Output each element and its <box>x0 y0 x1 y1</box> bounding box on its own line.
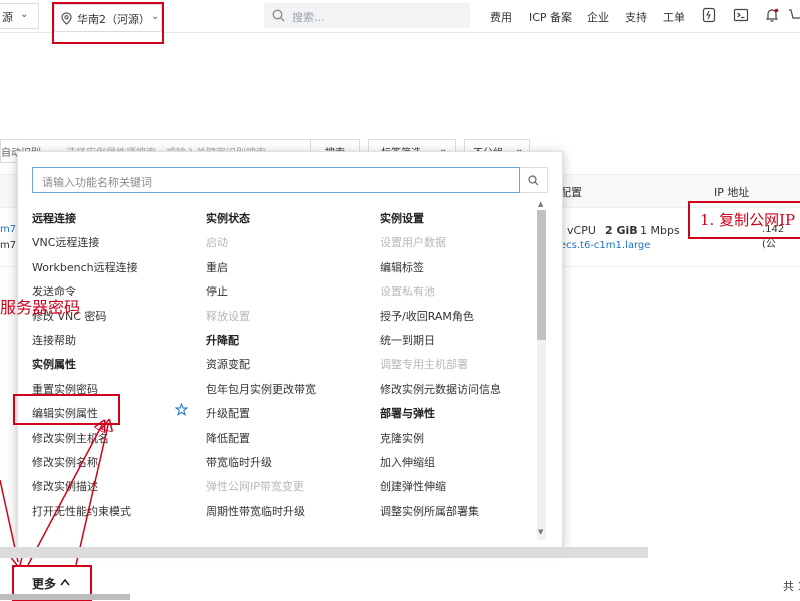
arrow-to-reset-password-2 <box>75 425 108 566</box>
scroll-up-icon[interactable]: ▲ <box>538 200 543 208</box>
menu-section-header: 远程连接 <box>32 212 76 225</box>
menu-item[interactable]: 包年包月实例更改带宽 <box>206 381 316 397</box>
function-search-placeholder: 请输入功能名称关键词 <box>42 176 152 189</box>
menu-section-header: 升降配 <box>206 334 239 347</box>
menu-item: 设置用户数据 <box>380 236 446 250</box>
nav-icp[interactable]: ICP 备案 <box>529 9 572 25</box>
nav-support[interactable]: 支持 <box>625 9 647 25</box>
annotation-box-copy-ip: 1. 复制公网IP <box>688 201 800 239</box>
menu-section-header: 实例状态 <box>206 212 250 225</box>
chevron-down-icon: ⌄ <box>20 9 29 20</box>
panel-scrollbar[interactable] <box>537 210 546 540</box>
menu-item: 启动 <box>206 236 228 250</box>
region-selector-partial[interactable]: 源 ⌄ <box>0 3 39 29</box>
menu-section-header: 实例设置 <box>380 212 424 225</box>
nav-enterprise[interactable]: 企业 <box>587 9 609 25</box>
nav-ticket[interactable]: 工单 <box>663 9 685 25</box>
menu-item[interactable]: 统一到期日 <box>380 332 435 348</box>
menu-item[interactable]: 克隆实例 <box>380 430 424 446</box>
global-search[interactable]: 搜索... <box>264 3 470 28</box>
bottom-scroll-track <box>0 594 130 600</box>
star-icon[interactable] <box>175 403 188 416</box>
menu-item[interactable]: 周期性带宽临时升级 <box>206 503 305 519</box>
menu-item[interactable]: 加入伸缩组 <box>380 454 435 470</box>
col-ip: IP 地址 <box>714 186 750 199</box>
menu-item[interactable]: 编辑标签 <box>380 259 424 275</box>
config-mem: 2 GiB <box>605 224 638 237</box>
menu-item[interactable]: 升级配置 <box>206 405 250 421</box>
menu-section-header: 部署与弹性 <box>380 407 435 421</box>
menu-item[interactable]: 资源变配 <box>206 356 250 372</box>
menu-item[interactable]: 创建弹性伸缩 <box>380 478 446 494</box>
function-search-input[interactable]: 请输入功能名称关键词 <box>32 167 520 193</box>
menu-item[interactable]: 降低配置 <box>206 430 250 446</box>
search-placeholder: 搜索... <box>292 11 325 24</box>
app-icon[interactable] <box>701 7 717 23</box>
region-selector[interactable]: 华南2（河源） ⌄ <box>54 4 162 32</box>
menu-item[interactable]: 修改实例元数据访问信息 <box>380 381 501 397</box>
menu-item[interactable]: 授予/收回RAM角色 <box>380 308 474 324</box>
search-icon <box>272 9 285 22</box>
menu-item[interactable]: VNC远程连接 <box>32 234 99 250</box>
menu-item[interactable]: Workbench远程连接 <box>32 259 138 275</box>
terminal-icon[interactable] <box>733 7 749 23</box>
bell-icon[interactable] <box>764 7 780 23</box>
location-pin-icon <box>61 12 72 25</box>
region-selector-highlight[interactable]: 华南2（河源） ⌄ <box>52 2 164 44</box>
menu-item: 调整专用主机部署 <box>380 358 468 372</box>
instance-type-link[interactable]: ecs.t6-c1m1.large <box>560 240 650 251</box>
col-config: 配置 <box>560 186 582 199</box>
search-icon <box>528 175 539 186</box>
scroll-down-icon[interactable]: ▼ <box>538 528 543 536</box>
pagination-total: 共 1 <box>783 580 800 593</box>
menu-item: 弹性公网IP带宽变更 <box>206 480 304 494</box>
region-left-label: 源 <box>2 11 13 24</box>
menu-item[interactable]: 带宽临时升级 <box>206 454 272 470</box>
region-label: 华南2（河源） <box>77 13 150 26</box>
more-button-label: 更多 <box>32 577 57 591</box>
horizontal-scrollbar[interactable] <box>0 547 648 558</box>
config-vcpu: vCPU <box>567 224 596 237</box>
chevron-down-icon: ⌄ <box>151 11 160 22</box>
cart-icon[interactable] <box>788 7 800 23</box>
menu-item[interactable]: 停止 <box>206 283 228 299</box>
chevron-up-icon <box>60 578 70 586</box>
annotation-copy-ip: 1. 复制公网IP <box>700 211 796 229</box>
menu-item[interactable]: 重启 <box>206 259 228 275</box>
arrow-to-reset-password <box>27 425 102 566</box>
function-search-button[interactable] <box>520 167 548 193</box>
top-navigation-bar: 源 ⌄ 华南2（河源） ⌄ 搜索... 费用 ICP 备案 企业 支持 工单 <box>0 0 800 44</box>
scrollbar-thumb[interactable] <box>537 210 546 340</box>
menu-item: 设置私有池 <box>380 285 435 299</box>
nav-billing[interactable]: 费用 <box>490 9 512 25</box>
config-bandwidth: 1 Mbps <box>640 224 680 237</box>
menu-item[interactable]: 调整实例所属部署集 <box>380 503 479 519</box>
menu-item: 释放设置 <box>206 309 250 323</box>
